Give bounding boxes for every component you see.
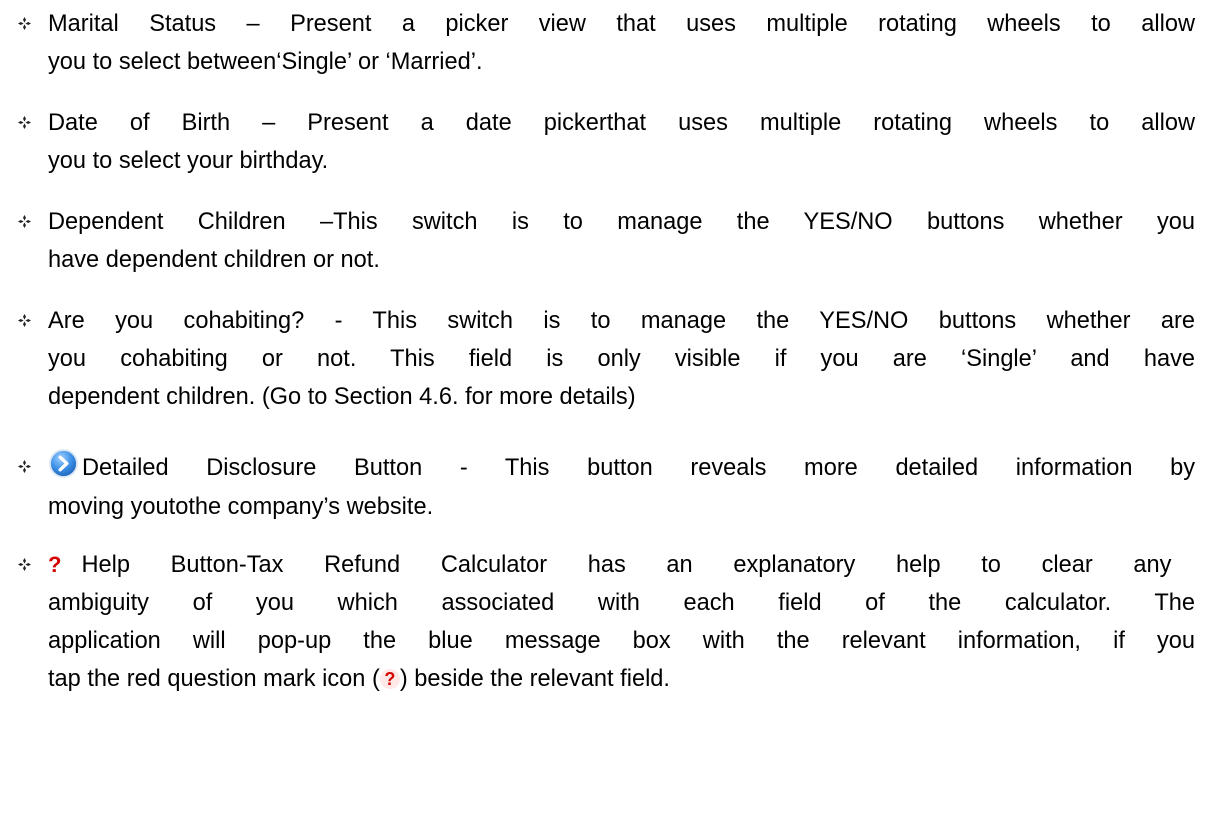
detail-disclosure-icon	[48, 448, 79, 479]
diamond-bullet-icon	[18, 460, 31, 473]
document-page: Marital Status – Present a picker view t…	[0, 0, 1217, 833]
item-text-line: Dependent Children –This switch is to ma…	[48, 209, 1195, 235]
diamond-bullet-icon	[18, 17, 31, 30]
help-item-text-after-icon: ) beside the relevant field.	[399, 666, 670, 692]
item-text-line: you to select between‘Single’ or ‘Marrie…	[48, 49, 483, 75]
help-question-icon: ?	[379, 669, 400, 689]
item-text-line: you cohabiting or not. This field is onl…	[48, 346, 1195, 372]
item-text-line: dependent children. (Go to Section 4.6. …	[48, 384, 636, 410]
disclosure-item-text: Detailed Disclosure Button - This button…	[82, 455, 1195, 481]
item-text-line: you to select your birthday.	[48, 148, 329, 174]
item-text-line: Detailed Disclosure Button - This button…	[48, 448, 1195, 487]
diamond-bullet-icon	[18, 215, 31, 228]
item-text-line: Marital Status – Present a picker view t…	[48, 11, 1195, 37]
item-text-line: ambiguity of you which associated with e…	[48, 590, 1195, 616]
item-text-line: ? Help Button-Tax Refund Calculator has a…	[48, 546, 1195, 584]
item-text-line: application will pop-up the blue message…	[48, 628, 1195, 654]
diamond-bullet-icon	[18, 558, 31, 571]
help-item-text: Help Button-Tax Refund Calculator has an…	[81, 552, 1172, 578]
item-text-line: Date of Birth – Present a date pickertha…	[48, 110, 1195, 136]
help-item-text-before-icon: tap the red question mark icon (	[48, 666, 380, 692]
help-question-icon: ?	[48, 552, 62, 577]
diamond-bullet-icon	[18, 314, 31, 327]
item-text-line: tap the red question mark icon (?) besid…	[48, 660, 1195, 698]
diamond-bullet-icon	[18, 116, 31, 129]
item-text-line: Are you cohabiting? - This switch is to …	[48, 308, 1195, 334]
item-text-line: have dependent children or not.	[48, 247, 380, 273]
item-text-line: moving youtothe company’s website.	[48, 494, 434, 520]
